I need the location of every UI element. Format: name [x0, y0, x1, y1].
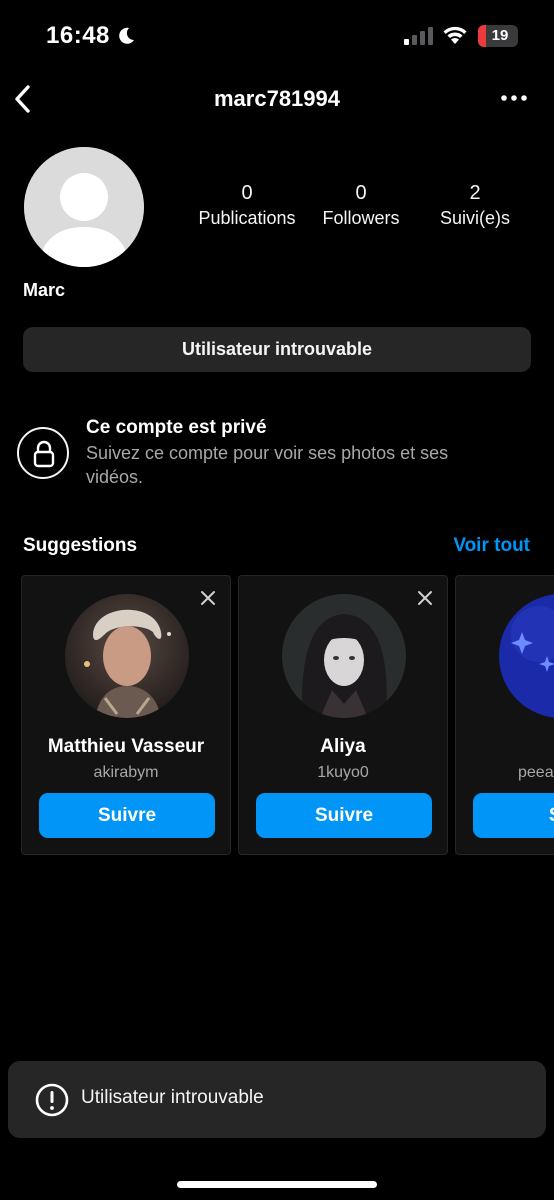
signal-icon — [404, 27, 433, 45]
battery-icon: 19 — [478, 25, 518, 47]
stat-publications[interactable]: 0 Publications — [190, 180, 304, 230]
suggestion-avatar[interactable] — [65, 594, 189, 718]
lock-icon — [17, 427, 69, 479]
toast-message: Utilisateur introuvable — [81, 1087, 264, 1108]
follow-button[interactable]: Su — [473, 793, 554, 838]
stat-value: 0 — [241, 182, 253, 204]
close-icon[interactable] — [417, 590, 433, 606]
alert-circle-icon — [35, 1083, 69, 1117]
suggestion-card[interactable]: Aliya 1kuyo0 Suivre — [238, 575, 448, 855]
stat-followers[interactable]: 0 Followers — [304, 180, 418, 230]
error-toast: Utilisateur introuvable — [8, 1061, 546, 1138]
suggestion-avatar[interactable] — [499, 594, 554, 718]
default-avatar-icon — [24, 147, 144, 267]
suggestion-card[interactable]: Matthieu Vasseur akirabym Suivre — [21, 575, 231, 855]
close-icon[interactable] — [200, 590, 216, 606]
suggestion-handle: peea — [518, 764, 554, 781]
profile-stats: 0 Publications 0 Followers 2 Suivi(e)s — [190, 180, 530, 240]
status-time: 16:48 — [46, 22, 110, 49]
suggestion-card[interactable]: peea Su — [455, 575, 554, 855]
stat-following[interactable]: 2 Suivi(e)s — [418, 180, 532, 230]
see-all-link[interactable]: Voir tout — [453, 535, 530, 557]
status-bar: 16:48 19 — [0, 0, 554, 70]
more-options-icon[interactable] — [500, 88, 528, 108]
follow-button[interactable]: Suivre — [256, 793, 432, 838]
profile-full-name: Marc — [23, 280, 66, 300]
profile-avatar[interactable] — [24, 147, 144, 267]
galaxy-photo-icon — [499, 594, 554, 718]
home-indicator[interactable] — [177, 1181, 377, 1188]
person-photo-icon — [65, 594, 189, 718]
suggestion-name: Aliya — [320, 736, 366, 757]
follow-button[interactable]: Suivre — [39, 793, 215, 838]
battery-level: 19 — [491, 27, 509, 44]
suggestion-handle: akirabym — [93, 764, 159, 781]
user-not-found-button[interactable]: Utilisateur introuvable — [23, 327, 531, 372]
wifi-icon — [443, 26, 467, 44]
suggestion-name: Matthieu Vasseur — [47, 736, 205, 757]
stat-label: Suivi(e)s — [439, 208, 510, 228]
profile-username: marc781994 — [213, 86, 340, 111]
stat-label: Followers — [322, 208, 400, 228]
suggestion-avatar[interactable] — [282, 594, 406, 718]
person-photo-icon — [282, 594, 406, 718]
private-account-title: Ce compte est privé — [86, 417, 267, 438]
suggestion-handle: 1kuyo0 — [317, 764, 369, 781]
stat-value: 0 — [355, 182, 367, 204]
suggestions-title: Suggestions — [23, 535, 138, 556]
stat-label: Publications — [198, 208, 296, 228]
stat-value: 2 — [469, 182, 481, 204]
private-account-subtitle: Suivez ce compte pour voir ses photos et… — [86, 443, 449, 487]
moon-icon — [119, 27, 134, 44]
profile-header: marc781994 — [0, 70, 554, 130]
